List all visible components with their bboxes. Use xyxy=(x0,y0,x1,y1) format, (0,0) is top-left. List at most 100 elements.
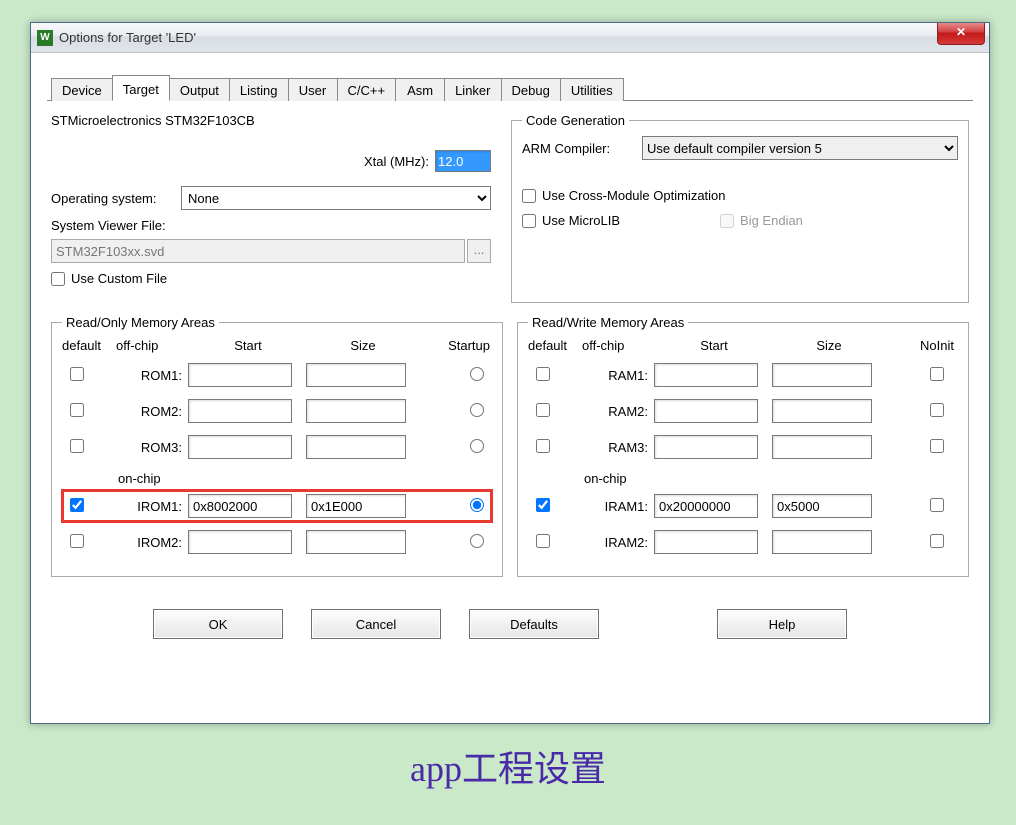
irom2-label: IROM2: xyxy=(116,535,188,550)
ro-hdr-offchip: off-chip xyxy=(116,338,188,353)
irom1-start-input[interactable] xyxy=(188,494,292,518)
ram1-noinit-checkbox[interactable] xyxy=(930,367,944,381)
microlib-label: Use MicroLIB xyxy=(542,213,620,228)
iram2-start-input[interactable] xyxy=(654,530,758,554)
ram2-size-input[interactable] xyxy=(772,399,872,423)
irom1-row: IROM1: xyxy=(62,490,492,522)
irom1-label: IROM1: xyxy=(116,499,188,514)
tab-strip: Device Target Output Listing User C/C++ … xyxy=(47,75,973,101)
rom2-row: ROM2: xyxy=(62,399,492,423)
tab-output[interactable]: Output xyxy=(169,78,230,101)
rw-hdr-size: Size xyxy=(774,338,884,353)
rw-hdr-noinit: NoInit xyxy=(884,338,958,353)
compiler-select[interactable]: Use default compiler version 5 xyxy=(642,136,958,160)
cancel-button[interactable]: Cancel xyxy=(311,609,441,639)
rom1-default-checkbox[interactable] xyxy=(70,367,84,381)
rw-hdr-offchip: off-chip xyxy=(582,338,654,353)
ro-hdr-default: default xyxy=(62,338,116,353)
window-title: Options for Target 'LED' xyxy=(59,30,196,45)
rom1-start-input[interactable] xyxy=(188,363,292,387)
ram3-label: RAM3: xyxy=(582,440,654,455)
compiler-label: ARM Compiler: xyxy=(522,141,642,156)
tab-ccpp[interactable]: C/C++ xyxy=(337,78,397,101)
cross-module-checkbox[interactable] xyxy=(522,189,536,203)
ro-hdr-size: Size xyxy=(308,338,418,353)
ram1-start-input[interactable] xyxy=(654,363,758,387)
microlib-checkbox[interactable] xyxy=(522,214,536,228)
irom1-size-input[interactable] xyxy=(306,494,406,518)
ram1-label: RAM1: xyxy=(582,368,654,383)
cross-module-label: Use Cross-Module Optimization xyxy=(542,188,726,203)
tab-debug[interactable]: Debug xyxy=(501,78,561,101)
svf-browse-button[interactable]: ... xyxy=(467,239,491,263)
image-caption: app工程设置 xyxy=(0,740,1016,792)
rw-hdr-default: default xyxy=(528,338,582,353)
tab-target[interactable]: Target xyxy=(112,75,170,101)
rom2-startup-radio[interactable] xyxy=(470,403,484,417)
readonly-memory-fieldset: Read/Only Memory Areas default off-chip … xyxy=(51,315,503,577)
iram2-default-checkbox[interactable] xyxy=(536,534,550,548)
big-endian-checkbox xyxy=(720,214,734,228)
ram2-default-checkbox[interactable] xyxy=(536,403,550,417)
ram3-noinit-checkbox[interactable] xyxy=(930,439,944,453)
rom3-start-input[interactable] xyxy=(188,435,292,459)
rom3-startup-radio[interactable] xyxy=(470,439,484,453)
target-tab-content: STMicroelectronics STM32F103CB Xtal (MHz… xyxy=(37,101,983,649)
ram3-start-input[interactable] xyxy=(654,435,758,459)
rom2-start-input[interactable] xyxy=(188,399,292,423)
irom1-default-checkbox[interactable] xyxy=(70,498,84,512)
close-button[interactable]: ✕ xyxy=(937,23,985,45)
xtal-input[interactable] xyxy=(435,150,491,172)
tab-asm[interactable]: Asm xyxy=(395,78,445,101)
iram2-noinit-checkbox[interactable] xyxy=(930,534,944,548)
os-select[interactable]: None xyxy=(181,186,491,210)
rom1-label: ROM1: xyxy=(116,368,188,383)
tab-device[interactable]: Device xyxy=(51,78,113,101)
rom3-size-input[interactable] xyxy=(306,435,406,459)
rw-hdr-start: Start xyxy=(654,338,774,353)
titlebar[interactable]: W Options for Target 'LED' ✕ xyxy=(31,23,989,53)
ram3-size-input[interactable] xyxy=(772,435,872,459)
tab-listing[interactable]: Listing xyxy=(229,78,289,101)
rom1-size-input[interactable] xyxy=(306,363,406,387)
ram3-default-checkbox[interactable] xyxy=(536,439,550,453)
irom1-startup-radio[interactable] xyxy=(470,498,484,512)
rom2-size-input[interactable] xyxy=(306,399,406,423)
ram2-label: RAM2: xyxy=(582,404,654,419)
ram2-start-input[interactable] xyxy=(654,399,758,423)
irom2-default-checkbox[interactable] xyxy=(70,534,84,548)
irom2-startup-radio[interactable] xyxy=(470,534,484,548)
rom1-startup-radio[interactable] xyxy=(470,367,484,381)
custom-file-checkbox[interactable] xyxy=(51,272,65,286)
ok-button[interactable]: OK xyxy=(153,609,283,639)
ram1-default-checkbox[interactable] xyxy=(536,367,550,381)
readwrite-legend: Read/Write Memory Areas xyxy=(528,315,688,330)
iram1-noinit-checkbox[interactable] xyxy=(930,498,944,512)
rom2-default-checkbox[interactable] xyxy=(70,403,84,417)
irom2-start-input[interactable] xyxy=(188,530,292,554)
rom3-default-checkbox[interactable] xyxy=(70,439,84,453)
iram1-start-input[interactable] xyxy=(654,494,758,518)
readwrite-memory-fieldset: Read/Write Memory Areas default off-chip… xyxy=(517,315,969,577)
rom3-row: ROM3: xyxy=(62,435,492,459)
ro-hdr-startup: Startup xyxy=(418,338,492,353)
iram1-default-checkbox[interactable] xyxy=(536,498,550,512)
irom2-size-input[interactable] xyxy=(306,530,406,554)
codegen-fieldset: Code Generation ARM Compiler: Use defaul… xyxy=(511,113,969,303)
iram1-label: IRAM1: xyxy=(582,499,654,514)
ram2-noinit-checkbox[interactable] xyxy=(930,403,944,417)
iram1-row: IRAM1: xyxy=(528,490,958,522)
tab-linker[interactable]: Linker xyxy=(444,78,501,101)
rom3-label: ROM3: xyxy=(116,440,188,455)
tab-user[interactable]: User xyxy=(288,78,338,101)
defaults-button[interactable]: Defaults xyxy=(469,609,599,639)
ram1-size-input[interactable] xyxy=(772,363,872,387)
help-button[interactable]: Help xyxy=(717,609,847,639)
iram2-size-input[interactable] xyxy=(772,530,872,554)
ram3-row: RAM3: xyxy=(528,435,958,459)
iram1-size-input[interactable] xyxy=(772,494,872,518)
svf-input xyxy=(51,239,465,263)
tab-utilities[interactable]: Utilities xyxy=(560,78,624,101)
ram1-row: RAM1: xyxy=(528,363,958,387)
custom-file-label: Use Custom File xyxy=(71,271,167,286)
